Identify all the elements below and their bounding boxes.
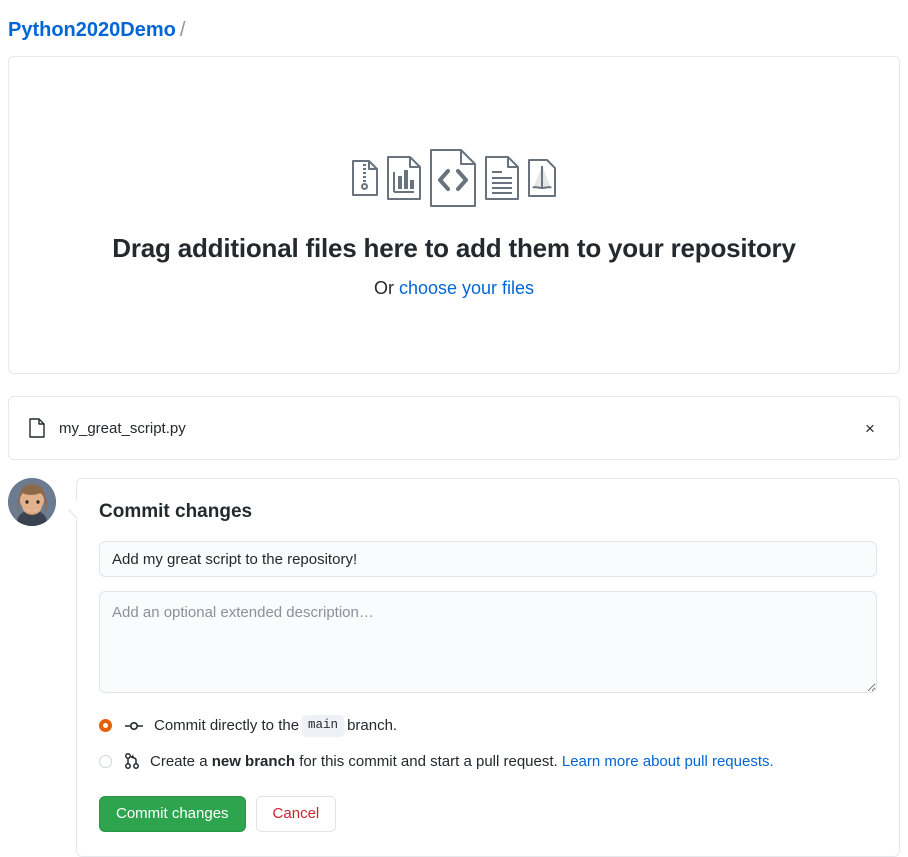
commit-directly-text-after: branch. bbox=[347, 715, 397, 736]
commit-changes-panel: Commit changes Commit directly to the ma… bbox=[76, 478, 900, 857]
new-branch-text-before: Create a bbox=[150, 751, 208, 772]
file-type-icon-group bbox=[351, 149, 557, 207]
commit-panel-heading: Commit changes bbox=[99, 501, 877, 523]
option-create-new-branch[interactable]: Create a new branch for this commit and … bbox=[99, 751, 877, 772]
cancel-button[interactable]: Cancel bbox=[256, 796, 337, 832]
radio-commit-directly[interactable] bbox=[99, 719, 112, 732]
file-icon bbox=[29, 418, 45, 438]
option-commit-directly[interactable]: Commit directly to the main branch. bbox=[99, 715, 877, 737]
commit-section: Commit changes Commit directly to the ma… bbox=[8, 478, 900, 857]
breadcrumb-repo-link[interactable]: Python2020Demo bbox=[8, 19, 176, 41]
git-commit-icon bbox=[125, 719, 143, 733]
remove-file-button[interactable]: × bbox=[857, 415, 883, 441]
breadcrumb: Python2020Demo/ bbox=[8, 0, 900, 56]
pull-requests-help-link[interactable]: Learn more about pull requests. bbox=[562, 751, 774, 772]
avatar[interactable] bbox=[8, 478, 56, 526]
commit-description-textarea[interactable] bbox=[99, 591, 877, 693]
commit-directly-text-before: Commit directly to the bbox=[154, 715, 299, 736]
commit-message-input[interactable] bbox=[99, 541, 877, 577]
dropzone-subtitle: Or choose your files bbox=[374, 278, 534, 299]
code-file-icon bbox=[429, 149, 477, 207]
zip-file-icon bbox=[351, 160, 379, 196]
git-branch-icon bbox=[125, 753, 139, 769]
dropzone-title: Drag additional files here to add them t… bbox=[112, 233, 795, 264]
staged-file-name: my_great_script.py bbox=[59, 420, 857, 437]
file-dropzone[interactable]: Drag additional files here to add them t… bbox=[8, 56, 900, 374]
new-branch-text-after: for this commit and start a pull request… bbox=[299, 751, 557, 772]
new-branch-emphasis: new branch bbox=[212, 751, 295, 772]
text-file-icon bbox=[484, 156, 520, 200]
choose-your-files-link[interactable]: choose your files bbox=[399, 278, 534, 298]
radio-create-new-branch[interactable] bbox=[99, 755, 112, 768]
chart-file-icon bbox=[386, 156, 422, 200]
commit-changes-button[interactable]: Commit changes bbox=[99, 796, 246, 832]
breadcrumb-separator: / bbox=[180, 19, 186, 41]
commit-actions: Commit changes Cancel bbox=[99, 796, 877, 832]
commit-target-options: Commit directly to the main branch. bbox=[99, 715, 877, 772]
pdf-file-icon bbox=[527, 159, 557, 197]
branch-name-badge: main bbox=[302, 715, 344, 737]
staged-file-row: my_great_script.py × bbox=[8, 396, 900, 460]
upload-files-page: Python2020Demo/ bbox=[0, 0, 908, 850]
dropzone-or-text: Or bbox=[374, 278, 394, 298]
